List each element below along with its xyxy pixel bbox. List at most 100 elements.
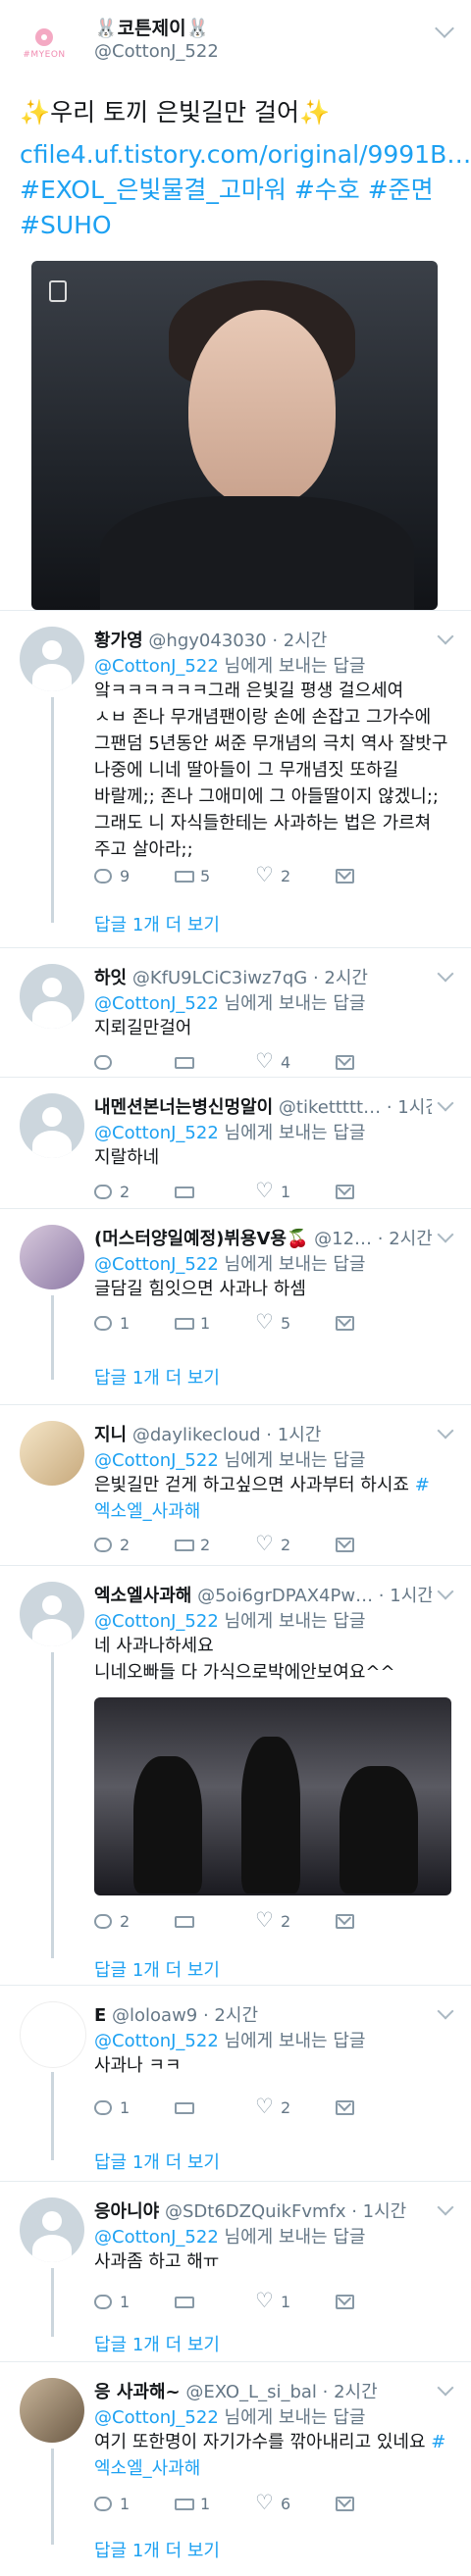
dm-button[interactable] [336, 864, 416, 887]
reply-to-handle[interactable]: @CottonJ_522 [94, 2407, 219, 2428]
retweet-button[interactable] [175, 2290, 255, 2313]
like-button[interactable]: 1 [255, 1179, 336, 1203]
like-button[interactable]: 2 [255, 1908, 336, 1933]
reply-author-name[interactable]: 하잇 [94, 968, 127, 988]
reply-author-name[interactable]: 응 사과해~ [94, 2382, 181, 2402]
like-button[interactable]: 2 [255, 1532, 336, 1556]
reply[interactable]: 하잇 @KfU9LCiC3iwz7qG · 2시간 @CottonJ_522 님… [0, 947, 471, 1076]
reply-author-handle[interactable]: @loloaw9 · 2시간 [112, 2005, 258, 2026]
reply-to-handle[interactable]: @CottonJ_522 [94, 656, 219, 677]
hashtag-link[interactable]: # [431, 2432, 445, 2452]
reply-author-name[interactable]: 엑소엘사과해 [94, 1586, 191, 1606]
retweet-button[interactable] [175, 1180, 255, 1203]
like-button[interactable]: 6 [255, 2491, 336, 2515]
show-more-replies[interactable]: 답글 1개 더 보기 [94, 1364, 220, 1389]
reply-button[interactable]: 1 [94, 1311, 175, 1335]
show-more-replies[interactable]: 답글 1개 더 보기 [94, 911, 220, 936]
show-more-replies[interactable]: 답글 1개 더 보기 [94, 1956, 220, 1982]
author-name[interactable]: 🐰코튼제이🐰 [94, 14, 209, 40]
reply-to-handle[interactable]: @CottonJ_522 [94, 1450, 219, 1471]
avatar[interactable] [20, 2378, 84, 2443]
avatar[interactable] [20, 2197, 84, 2262]
reply-author-handle[interactable]: @12… · 2시간 [314, 1229, 432, 1249]
hashtag-link[interactable]: 엑소엘_사과해 [94, 1501, 200, 1522]
avatar[interactable] [20, 1421, 84, 1486]
reply-photo[interactable] [94, 1697, 451, 1895]
tweet-hashtags[interactable]: #EXOL_은빛물결_고마워 #수호 #준면 [20, 173, 451, 208]
retweet-button[interactable] [175, 1050, 255, 1074]
reply[interactable]: 응아니야 @SDt6DZQuikFvmfx · 1시간 @CottonJ_522… [0, 2181, 471, 2360]
chevron-down-icon[interactable] [437, 1094, 454, 1112]
reply-author-handle[interactable]: @EXO_L_si_bal · 2시간 [185, 2382, 377, 2402]
reply-author-handle[interactable]: @hgy043030 · 2시간 [148, 631, 327, 651]
like-button[interactable]: 4 [255, 1049, 336, 1074]
reply-author-name[interactable]: 황가영 [94, 631, 143, 651]
dm-button[interactable] [336, 1909, 416, 1933]
reply-to-handle[interactable]: @CottonJ_522 [94, 1254, 219, 1275]
reply-author-name[interactable]: E [94, 2005, 106, 2026]
retweet-button[interactable]: 2 [175, 1533, 255, 1556]
retweet-button[interactable]: 5 [175, 864, 255, 887]
reply-author-handle[interactable]: @SDt6DZQuikFvmfx · 1시간 [165, 2201, 406, 2222]
dm-button[interactable] [336, 2096, 416, 2119]
retweet-button[interactable]: 1 [175, 2492, 255, 2515]
reply-button[interactable]: 2 [94, 1909, 175, 1933]
chevron-down-icon[interactable] [435, 19, 454, 38]
retweet-button[interactable] [175, 2096, 255, 2119]
chevron-down-icon[interactable] [437, 1583, 454, 1600]
reply-author-name[interactable]: (머스터양일예정)뷔용V용🍒 [94, 1229, 308, 1249]
reply-author-name[interactable]: 지니 [94, 1425, 127, 1445]
show-more-replies[interactable]: 답글 1개 더 보기 [94, 2148, 220, 2174]
retweet-button[interactable]: 1 [175, 1311, 255, 1335]
dm-button[interactable] [336, 2290, 416, 2313]
avatar[interactable] [20, 627, 84, 691]
reply[interactable]: 엑소엘사과해 @5oi6grDPAX4Pw… · 1시간 @CottonJ_52… [0, 1565, 471, 1982]
reply[interactable]: (머스터양일예정)뷔용V용🍒 @12… · 2시간 @CottonJ_522 님… [0, 1208, 471, 1399]
tweet-link[interactable]: cfile4.uf.tistory.com/original/9991B… [20, 137, 471, 173]
reply-button[interactable]: 1 [94, 2096, 175, 2119]
reply-author-handle[interactable]: @tikettttt… · 1시간 [279, 1097, 432, 1118]
reply-author-name[interactable]: 응아니야 [94, 2201, 159, 2222]
show-more-replies[interactable]: 답글 1개 더 보기 [94, 2331, 220, 2356]
reply-button[interactable] [94, 1050, 175, 1074]
reply-to-handle[interactable]: @CottonJ_522 [94, 993, 219, 1014]
reply[interactable]: 내멘션본너는병신멍알이 @tikettttt… · 1시간 @CottonJ_5… [0, 1077, 471, 1207]
dm-button[interactable] [336, 2492, 416, 2515]
dm-button[interactable] [336, 1180, 416, 1203]
like-button[interactable]: 2 [255, 863, 336, 887]
tweet-photo[interactable] [31, 261, 438, 610]
reply-button[interactable]: 2 [94, 1180, 175, 1203]
like-button[interactable]: 2 [255, 2095, 336, 2119]
reply-button[interactable]: 2 [94, 1533, 175, 1556]
tweet-hashtags[interactable]: #SUHO [20, 208, 451, 243]
like-button[interactable]: 1 [255, 2289, 336, 2313]
show-more-replies[interactable]: 답글 1개 더 보기 [94, 2537, 220, 2562]
reply[interactable]: 응 사과해~ @EXO_L_si_bal · 2시간 @CottonJ_522 … [0, 2361, 471, 2576]
reply-button[interactable]: 1 [94, 2492, 175, 2515]
reply-button[interactable]: 1 [94, 2290, 175, 2313]
reply-button[interactable]: 9 [94, 864, 175, 887]
reply-author-handle[interactable]: @daylikecloud · 1시간 [132, 1425, 321, 1445]
reply-author-handle[interactable]: @5oi6grDPAX4Pw… · 1시간 [197, 1586, 432, 1606]
avatar[interactable] [20, 1225, 84, 1289]
retweet-button[interactable] [175, 1909, 255, 1933]
reply[interactable]: E @loloaw9 · 2시간 @CottonJ_522 님에게 보내는 답글… [0, 1985, 471, 2180]
author-handle[interactable]: @CottonJ_522 [94, 41, 219, 62]
avatar[interactable] [20, 1582, 84, 1646]
reply-to-handle[interactable]: @CottonJ_522 [94, 1123, 219, 1143]
reply-author-handle[interactable]: @KfU9LCiC3iwz7qG · 2시간 [132, 968, 368, 988]
chevron-down-icon[interactable] [437, 1226, 454, 1243]
reply-to-handle[interactable]: @CottonJ_522 [94, 1611, 219, 1632]
avatar[interactable] [20, 1093, 84, 1158]
avatar[interactable] [20, 964, 84, 1029]
hashtag-link[interactable]: # [415, 1475, 430, 1495]
dm-button[interactable] [336, 1311, 416, 1335]
reply-to-handle[interactable]: @CottonJ_522 [94, 2227, 219, 2248]
reply-author-name[interactable]: 내멘션본너는병신멍알이 [94, 1097, 273, 1118]
like-button[interactable]: 5 [255, 1310, 336, 1335]
dm-button[interactable] [336, 1533, 416, 1556]
dm-button[interactable] [336, 1050, 416, 1074]
reply[interactable]: 황가영 @hgy043030 · 2시간 @CottonJ_522 님에게 보내… [0, 610, 471, 944]
reply[interactable]: 지니 @daylikecloud · 1시간 @CottonJ_522 님에게 … [0, 1404, 471, 1562]
hashtag-link[interactable]: 엑소엘_사과해 [94, 2458, 200, 2479]
